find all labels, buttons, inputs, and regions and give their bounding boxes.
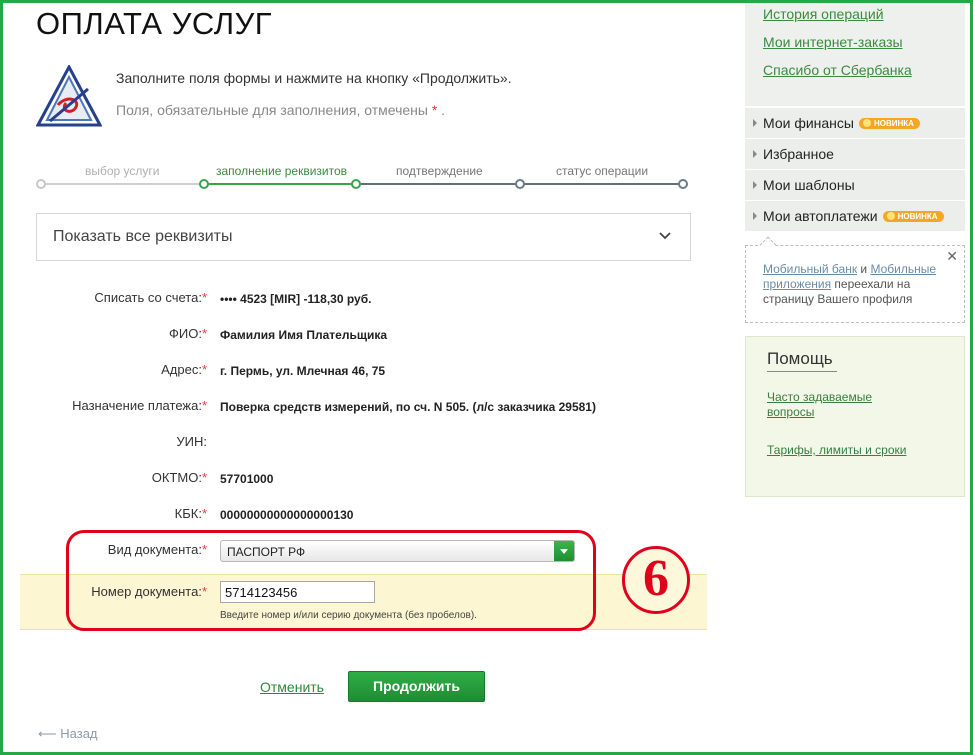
step-label-3: подтверждение	[396, 164, 483, 178]
continue-button[interactable]: Продолжить	[348, 671, 485, 702]
menu-label: Мои автоплатежи НОВИНКА	[763, 208, 944, 224]
close-icon[interactable]: ✕	[946, 248, 958, 265]
cancel-link[interactable]: Отменить	[260, 679, 324, 695]
arrow-right-icon	[753, 212, 757, 220]
link-tariffs[interactable]: Тарифы, лимиты и сроки	[767, 443, 907, 458]
arrow-right-icon	[753, 119, 757, 127]
link-faq[interactable]: Часто задаваемые вопросы	[767, 390, 907, 420]
menu-item-finances[interactable]: Мои финансы НОВИНКА	[745, 108, 965, 139]
new-badge: НОВИНКА	[882, 211, 944, 222]
field-label: Назначение платежа:*	[72, 398, 207, 413]
field-value: Фамилия Имя Плательщика	[220, 328, 387, 342]
notice-box: ✕ Мобильный банк и Мобильные приложения …	[745, 236, 965, 323]
field-value: Поверка средств измерений, по сч. N 505.…	[220, 400, 596, 414]
step-label-4: статус операции	[556, 164, 649, 178]
right-sidebar: История операций Мои интернет-заказы Спа…	[745, 0, 965, 755]
field-value: 57701000	[220, 472, 274, 486]
menu-item-favorites[interactable]: Избранное	[745, 139, 965, 170]
main-content: ОПЛАТА УСЛУГ Заполните поля формы и нажм…	[0, 0, 735, 755]
help-panel: Помощь Часто задаваемые вопросы Тарифы, …	[745, 336, 965, 497]
stepper-segment-done	[40, 183, 204, 185]
back-label: Назад	[60, 726, 98, 741]
required-star: *	[431, 102, 438, 118]
step-dot-1	[36, 179, 46, 189]
field-fio: ФИО:* Фамилия Имя Плательщика	[0, 326, 735, 346]
field-label: ФИО:*	[168, 326, 207, 341]
intro-instruction: Заполните поля формы и нажмите на кнопку…	[116, 70, 512, 86]
field-address: Адрес:* г. Пермь, ул. Млечная 46, 75	[0, 362, 735, 382]
field-label: Адрес:*	[161, 362, 207, 377]
link-spasibo[interactable]: Спасибо от Сбербанка	[763, 62, 912, 78]
step-dot-5	[678, 179, 688, 189]
menu-item-templates[interactable]: Мои шаблоны	[745, 170, 965, 201]
field-label: УИН:	[176, 434, 207, 449]
required-note-end: .	[441, 102, 446, 118]
step-label-1: выбор услуги	[85, 164, 160, 178]
step-dot-3	[351, 179, 361, 189]
field-value: г. Пермь, ул. Млечная 46, 75	[220, 364, 386, 378]
help-title: Помощь	[767, 349, 833, 368]
provider-logo	[36, 65, 102, 127]
field-label: ОКТМО:*	[151, 470, 207, 485]
step-dot-2	[199, 179, 209, 189]
field-account: Списать со счета:* •••• 4523 [MIR] -118,…	[0, 290, 735, 310]
menu-label: Мои финансы НОВИНКА	[763, 115, 920, 131]
field-oktmo: ОКТМО:* 57701000	[0, 470, 735, 490]
sun-icon	[886, 212, 895, 220]
menu-label: Мои шаблоны	[763, 177, 855, 193]
show-details-toggle[interactable]: Показать все реквизиты	[36, 213, 691, 261]
sun-icon	[862, 119, 871, 127]
arrow-right-icon	[753, 150, 757, 158]
field-label: КБК:*	[174, 506, 207, 521]
annotation-highlight-oval	[66, 530, 596, 631]
link-history[interactable]: История операций	[763, 6, 884, 22]
arrow-right-icon	[753, 181, 757, 189]
new-badge: НОВИНКА	[858, 118, 920, 129]
sidebar-menu: Мои финансы НОВИНКА Избранное Мои шаблоны…	[745, 108, 965, 232]
progress-stepper: выбор услуги заполнение реквизитов подтв…	[36, 160, 688, 194]
field-uin: УИН:	[0, 434, 735, 454]
menu-label: Избранное	[763, 146, 834, 162]
field-kbk: КБК:* 00000000000000000130	[0, 506, 735, 526]
chevron-down-icon	[659, 232, 671, 240]
required-note-text: Поля, обязательные для заполнения, отмеч…	[116, 102, 428, 118]
field-purpose: Назначение платежа:* Поверка средств изм…	[0, 398, 735, 418]
sidebar-top-links: История операций Мои интернет-заказы Спа…	[745, 0, 965, 106]
required-note: Поля, обязательные для заполнения, отмеч…	[116, 102, 445, 118]
menu-item-autopayments[interactable]: Мои автоплатежи НОВИНКА	[745, 201, 965, 232]
show-details-label: Показать все реквизиты	[53, 228, 233, 245]
page-title: ОПЛАТА УСЛУГ	[36, 6, 273, 41]
link-internet-orders[interactable]: Мои интернет-заказы	[763, 34, 903, 50]
step-label-2: заполнение реквизитов	[216, 164, 348, 178]
arrow-left-icon: ⟵	[38, 726, 57, 741]
back-link[interactable]: ⟵ Назад	[38, 726, 98, 742]
link-mobile-bank[interactable]: Мобильный банк	[763, 262, 857, 276]
notice-text: Мобильный банк и Мобильные приложения пе…	[763, 262, 937, 306]
notice-pointer	[759, 236, 777, 254]
field-value: 00000000000000000130	[220, 508, 354, 522]
field-label: Списать со счета:*	[94, 290, 207, 305]
annotation-step-number: 6	[622, 546, 690, 614]
stepper-segment-active	[204, 183, 356, 185]
step-dot-4	[515, 179, 525, 189]
help-title-underline	[767, 371, 837, 372]
field-value: •••• 4523 [MIR] -118,30 руб.	[220, 292, 372, 306]
